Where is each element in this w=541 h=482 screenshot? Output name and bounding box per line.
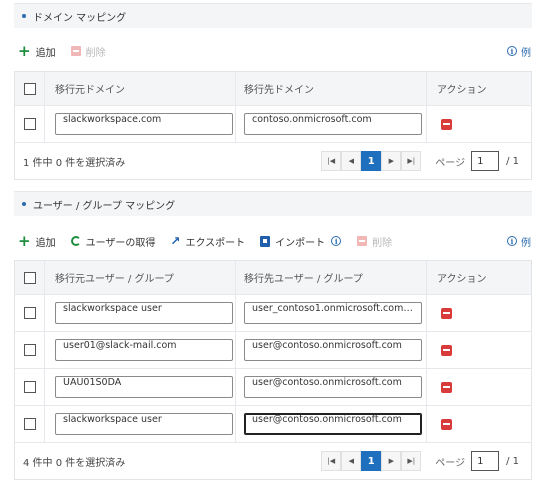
next-page-button[interactable]: ▶ bbox=[381, 451, 402, 471]
table-footer: 1 件中 0 件を選択済み |◀ ◀ 1 ▶ ▶| ページ 1 / 1 bbox=[15, 143, 531, 179]
row-checkbox[interactable] bbox=[23, 307, 36, 319]
domain-toolbar: + 追加 削除 i 例 bbox=[18, 41, 531, 61]
domain-delete-button[interactable]: 削除 bbox=[70, 44, 106, 59]
user-example-label: 例 bbox=[521, 237, 531, 249]
table-row: user01@slack-mail.com user@contoso.onmic… bbox=[15, 332, 531, 369]
import-file-icon bbox=[260, 235, 271, 247]
domain-mapping-table: 移行元ドメイン 移行先ドメイン アクション slackworkspace.com… bbox=[14, 71, 532, 180]
select-all-checkbox[interactable] bbox=[23, 271, 36, 284]
target-user-input[interactable]: user@contoso.onmicrosoft.com bbox=[244, 413, 422, 435]
row-checkbox[interactable] bbox=[23, 344, 36, 356]
refresh-icon bbox=[70, 236, 81, 246]
row-delete-button[interactable] bbox=[441, 344, 452, 356]
target-user-input[interactable]: user@contoso.onmicrosoft.com bbox=[244, 339, 422, 361]
domain-example-label: 例 bbox=[521, 47, 531, 59]
table-row: slackworkspace user user_contoso1.onmicr… bbox=[15, 295, 531, 332]
user-delete-label: 削除 bbox=[372, 237, 393, 249]
first-page-button[interactable]: |◀ bbox=[321, 151, 342, 171]
domain-delete-label: 削除 bbox=[85, 47, 106, 59]
info-icon: i bbox=[507, 236, 517, 246]
user-mapping-header: ユーザー / グループ マッピング bbox=[14, 191, 532, 216]
minus-icon bbox=[357, 236, 368, 246]
domain-add-label: 追加 bbox=[35, 47, 56, 59]
info-icon: i bbox=[507, 46, 517, 56]
source-user-input[interactable]: user01@slack-mail.com bbox=[55, 339, 233, 361]
table-row: slackworkspace.com contoso.onmicrosoft.c… bbox=[15, 106, 531, 143]
plus-icon: + bbox=[18, 41, 31, 60]
domain-example-link[interactable]: i 例 bbox=[507, 44, 531, 59]
page-total: / 1 bbox=[506, 155, 519, 167]
bullet-icon bbox=[22, 14, 26, 18]
row-delete-button[interactable] bbox=[441, 381, 452, 393]
selection-count: 1 件中 0 件を選択済み bbox=[23, 157, 126, 169]
bullet-icon bbox=[22, 202, 26, 206]
target-domain-input[interactable]: contoso.onmicrosoft.com bbox=[244, 113, 422, 135]
source-user-input[interactable]: slackworkspace user bbox=[55, 302, 233, 324]
fetch-users-button[interactable]: ユーザーの取得 bbox=[70, 234, 156, 249]
selection-count: 4 件中 0 件を選択済み bbox=[23, 457, 126, 469]
source-user-input[interactable]: slackworkspace user bbox=[55, 413, 233, 435]
row-delete-button[interactable] bbox=[441, 307, 452, 319]
target-user-input[interactable]: user_contoso1.onmicrosoft.com#E... bbox=[244, 302, 422, 324]
prev-page-button[interactable]: ◀ bbox=[341, 151, 362, 171]
import-button[interactable]: インポート bbox=[260, 234, 325, 249]
page-total: / 1 bbox=[506, 455, 519, 467]
prev-page-button[interactable]: ◀ bbox=[341, 451, 362, 471]
export-arrow-icon: ↗ bbox=[170, 234, 181, 248]
col-header-action: アクション bbox=[437, 85, 487, 96]
row-delete-button[interactable] bbox=[441, 418, 452, 430]
col-header-target[interactable]: 移行先ドメイン bbox=[236, 72, 427, 105]
domain-mapping-title: ドメイン マッピング bbox=[33, 12, 127, 24]
import-label: インポート bbox=[275, 237, 326, 249]
current-page-button[interactable]: 1 bbox=[361, 451, 382, 471]
row-checkbox[interactable] bbox=[23, 381, 36, 393]
page-number-input[interactable]: 1 bbox=[471, 451, 500, 471]
current-page-button[interactable]: 1 bbox=[361, 151, 382, 171]
fetch-users-label: ユーザーの取得 bbox=[85, 237, 156, 249]
user-delete-button[interactable]: 削除 bbox=[357, 234, 392, 249]
table-header-row: 移行元ドメイン 移行先ドメイン アクション bbox=[15, 72, 531, 106]
col-header-action: アクション bbox=[437, 274, 487, 285]
user-mapping-table: 移行元ユーザー / グループ 移行先ユーザー / グループ アクション slac… bbox=[14, 260, 532, 480]
export-button[interactable]: ↗ エクスポート bbox=[170, 234, 245, 249]
col-header-source[interactable]: 移行元ドメイン bbox=[45, 72, 236, 105]
page-number-input[interactable]: 1 bbox=[471, 151, 500, 171]
domain-mapping-header: ドメイン マッピング bbox=[14, 3, 532, 28]
page-label: ページ bbox=[435, 157, 466, 169]
col-header-source[interactable]: 移行元ユーザー / グループ bbox=[45, 261, 236, 294]
user-add-button[interactable]: + 追加 bbox=[18, 231, 56, 250]
source-user-input[interactable]: UAU01S0DA bbox=[55, 376, 233, 398]
target-user-input[interactable]: user@contoso.onmicrosoft.com bbox=[244, 376, 422, 398]
col-header-target[interactable]: 移行先ユーザー / グループ bbox=[236, 261, 427, 294]
row-delete-button[interactable] bbox=[441, 118, 452, 130]
table-row: UAU01S0DA user@contoso.onmicrosoft.com bbox=[15, 369, 531, 406]
table-header-row: 移行元ユーザー / グループ 移行先ユーザー / グループ アクション bbox=[15, 261, 531, 295]
select-all-checkbox[interactable] bbox=[23, 82, 36, 95]
pagination: |◀ ◀ 1 ▶ ▶| ページ 1 / 1 bbox=[321, 451, 519, 471]
user-mapping-title: ユーザー / グループ マッピング bbox=[33, 200, 176, 212]
last-page-button[interactable]: ▶| bbox=[401, 151, 422, 171]
export-label: エクスポート bbox=[185, 237, 246, 249]
table-footer: 4 件中 0 件を選択済み |◀ ◀ 1 ▶ ▶| ページ 1 / 1 bbox=[15, 443, 531, 479]
row-checkbox[interactable] bbox=[23, 118, 36, 130]
pagination: |◀ ◀ 1 ▶ ▶| ページ 1 / 1 bbox=[321, 151, 519, 171]
last-page-button[interactable]: ▶| bbox=[401, 451, 422, 471]
minus-icon bbox=[70, 46, 81, 56]
user-toolbar: + 追加 ユーザーの取得 ↗ エクスポート インポート i 削除 i 例 bbox=[18, 231, 531, 251]
first-page-button[interactable]: |◀ bbox=[321, 451, 342, 471]
page-label: ページ bbox=[435, 457, 466, 469]
row-checkbox[interactable] bbox=[23, 418, 36, 430]
user-add-label: 追加 bbox=[35, 237, 56, 249]
next-page-button[interactable]: ▶ bbox=[381, 151, 402, 171]
table-row: slackworkspace user user@contoso.onmicro… bbox=[15, 406, 531, 443]
plus-icon: + bbox=[18, 231, 31, 250]
user-example-link[interactable]: i 例 bbox=[507, 234, 531, 249]
domain-add-button[interactable]: + 追加 bbox=[18, 41, 56, 60]
source-domain-input[interactable]: slackworkspace.com bbox=[55, 113, 233, 135]
import-info-icon[interactable]: i bbox=[331, 236, 342, 246]
